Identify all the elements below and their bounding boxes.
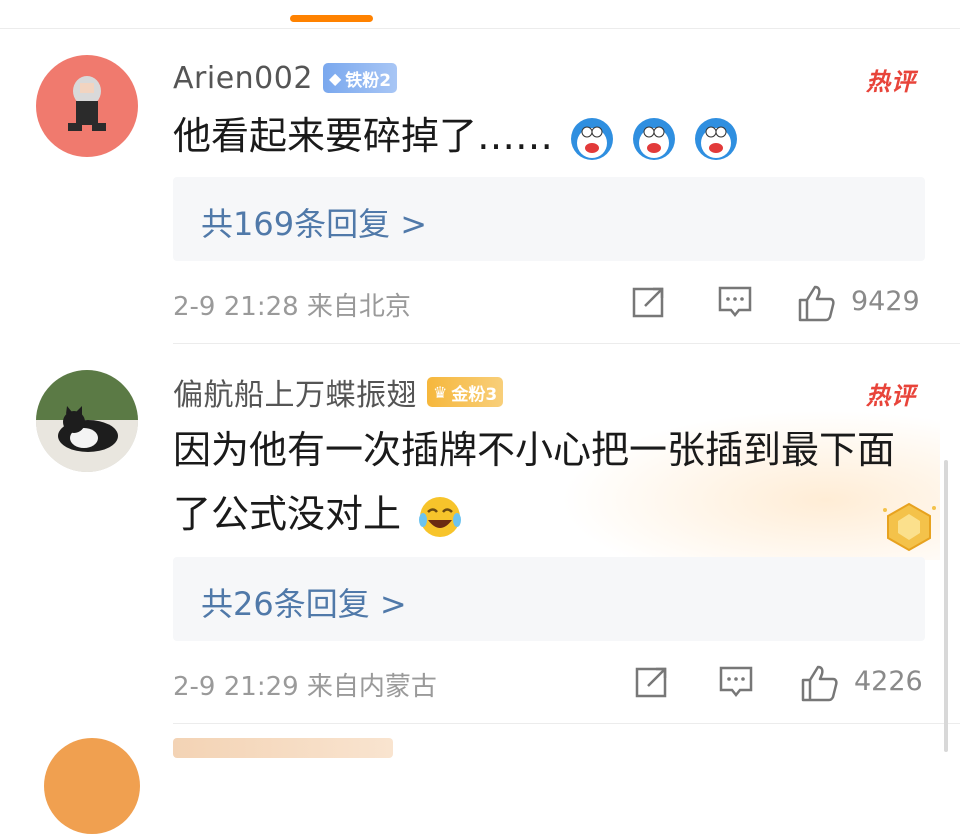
doraemon-emoji [633, 117, 676, 160]
badge-label: 铁粉2 [345, 70, 392, 91]
comment-text[interactable]: 他看起来要碎掉了…… [173, 104, 913, 168]
avatar[interactable] [44, 738, 140, 834]
hot-comment-tag: 热评 [866, 382, 916, 410]
like-icon[interactable] [800, 664, 840, 702]
diamond-icon: ◆ [328, 68, 342, 88]
timestamp-location: 2-9 21:29 来自内蒙古 [173, 672, 437, 702]
timestamp-location: 2-9 21:28 来自北京 [173, 292, 411, 322]
replies-box[interactable]: 共26条回复 > [173, 557, 925, 641]
badge-label: 金粉3 [451, 384, 498, 405]
gold-fan-medal-icon [883, 502, 936, 552]
comment-icon[interactable] [717, 284, 753, 320]
like-count: 9429 [851, 286, 920, 317]
avatar[interactable] [36, 370, 138, 472]
avatar[interactable] [36, 55, 138, 157]
like-count: 4226 [854, 666, 923, 697]
fan-badge[interactable]: ◆ 铁粉2 [322, 63, 398, 93]
comment-meta-row: 2-9 21:28 来自北京 9429 [173, 278, 925, 328]
comment-divider [173, 343, 960, 344]
view-replies-link[interactable]: 共26条回复 > [201, 579, 407, 625]
comment-body: 因为他有一次插牌不小心把一张插到最下面了公式没对上 [173, 428, 896, 536]
fan-badge[interactable]: ♛ 金粉3 [427, 377, 504, 407]
username[interactable]: Arien002 [173, 61, 313, 96]
username[interactable]: 偏航船上万蝶振翅 [173, 370, 417, 414]
view-replies-link[interactable]: 共169条回复 > [201, 199, 427, 245]
hot-comment-tag: 热评 [866, 68, 916, 96]
replies-box[interactable]: 共169条回复 > [173, 177, 925, 261]
comment-divider [173, 723, 960, 724]
scrollbar[interactable] [944, 460, 948, 752]
avatar-cat-icon [36, 370, 138, 472]
top-divider [0, 28, 960, 29]
doraemon-emoji [571, 117, 614, 160]
comment-meta-row: 2-9 21:29 来自内蒙古 4226 [173, 658, 925, 708]
crown-icon: ♛ [433, 382, 448, 402]
active-tab-indicator [290, 15, 373, 22]
laugh-cry-emoji [419, 496, 462, 537]
avatar-figure-icon [68, 76, 106, 131]
comment-icon[interactable] [718, 664, 754, 700]
like-icon[interactable] [797, 284, 837, 322]
doraemon-emoji [695, 117, 738, 160]
share-icon[interactable] [631, 284, 667, 320]
username-row: Arien002 ◆ 铁粉2 [173, 56, 398, 100]
share-icon[interactable] [634, 664, 670, 700]
username-row: 偏航船上万蝶振翅 ♛ 金粉3 [173, 370, 504, 414]
next-comment-username-partial [173, 738, 393, 758]
comment-text[interactable]: 因为他有一次插牌不小心把一张插到最下面了公式没对上 [173, 418, 913, 546]
comment-body: 他看起来要碎掉了…… [173, 114, 554, 158]
